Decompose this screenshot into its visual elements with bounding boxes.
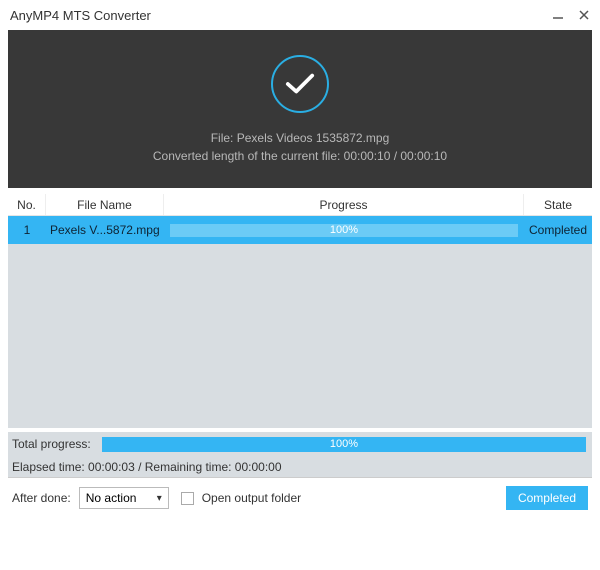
close-button[interactable]: [578, 9, 590, 21]
minimize-icon: [552, 9, 564, 21]
col-header-state: State: [524, 194, 592, 215]
time-text: Elapsed time: 00:00:03 / Remaining time:…: [12, 460, 282, 474]
converted-length-line: Converted length of the current file: 00…: [153, 149, 447, 163]
app-window: AnyMP4 MTS Converter File: Pexels Videos…: [0, 0, 600, 570]
minimize-button[interactable]: [552, 9, 564, 21]
chevron-down-icon: ▾: [157, 493, 162, 504]
after-done-select[interactable]: No action ▾: [79, 487, 169, 509]
total-progress-row: Total progress: 100%: [8, 432, 592, 456]
row-progress: 100%: [164, 224, 524, 237]
total-progress-bar: 100%: [102, 437, 586, 452]
status-hero: File: Pexels Videos 1535872.mpg Converte…: [8, 30, 592, 188]
row-number: 1: [8, 223, 46, 237]
footer: Total progress: 100% Elapsed time: 00:00…: [8, 428, 592, 518]
row-progress-label: 100%: [170, 224, 518, 237]
row-filename: Pexels V...5872.mpg: [46, 223, 164, 237]
table-header: No. File Name Progress State: [8, 194, 592, 216]
row-state: Completed: [524, 223, 592, 237]
after-done-label: After done:: [12, 491, 71, 505]
titlebar-buttons: [552, 9, 590, 21]
row-progress-bar: 100%: [170, 224, 518, 237]
col-header-filename: File Name: [46, 194, 164, 215]
current-file-line: File: Pexels Videos 1535872.mpg: [211, 131, 390, 145]
total-progress-label: Total progress:: [12, 437, 102, 451]
titlebar: AnyMP4 MTS Converter: [0, 0, 600, 30]
col-header-no: No.: [8, 194, 46, 215]
total-progress-percent: 100%: [102, 437, 586, 452]
col-header-progress: Progress: [164, 194, 524, 215]
file-list: 1 Pexels V...5872.mpg 100% Completed: [8, 216, 592, 428]
after-done-row: After done: No action ▾ Open output fold…: [8, 478, 592, 518]
completed-button[interactable]: Completed: [506, 486, 588, 510]
window-title: AnyMP4 MTS Converter: [10, 8, 151, 23]
table-row[interactable]: 1 Pexels V...5872.mpg 100% Completed: [8, 216, 592, 244]
success-check-icon: [271, 55, 329, 113]
open-output-checkbox[interactable]: [181, 492, 194, 505]
time-row: Elapsed time: 00:00:03 / Remaining time:…: [8, 456, 592, 478]
close-icon: [578, 9, 590, 21]
open-output-label: Open output folder: [202, 491, 301, 505]
after-done-selected: No action: [86, 491, 137, 505]
